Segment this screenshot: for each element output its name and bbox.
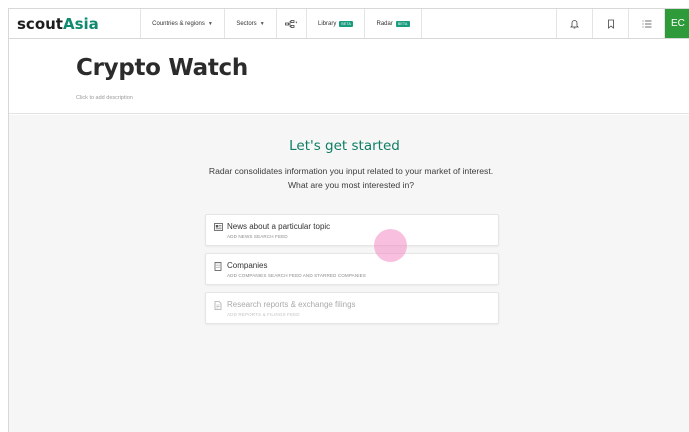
nav-hierarchy[interactable]: ▾	[277, 9, 307, 38]
option-title: Research reports & exchange filings	[227, 300, 356, 309]
nav-sectors-label: Sectors	[236, 20, 257, 27]
notifications-button[interactable]	[557, 9, 593, 38]
nav-sectors[interactable]: Sectors ▼	[225, 9, 277, 38]
bell-icon	[570, 19, 579, 28]
option-companies[interactable]: Companies ADD COMPANIES SEARCH FEED AND …	[205, 253, 499, 285]
option-subtitle: ADD NEWS SEARCH FEED	[227, 234, 288, 239]
nav-countries-regions[interactable]: Countries & regions ▼	[141, 9, 225, 38]
getting-started-heading: Let's get started	[289, 138, 400, 154]
description-line-1: Radar consolidates information you input…	[208, 166, 494, 176]
list-menu-icon	[642, 20, 651, 27]
chevron-down-icon: ▼	[259, 20, 265, 27]
option-research-reports[interactable]: Research reports & exchange filings ADD …	[205, 292, 499, 324]
chevron-down-icon: ▼	[207, 20, 213, 27]
nav-spacer	[422, 9, 557, 38]
document-icon	[214, 301, 222, 310]
nav-countries-label: Countries & regions	[152, 20, 205, 27]
description-line-2: What are you most interested in?	[287, 180, 415, 190]
nav-library-label: Library	[317, 20, 337, 27]
user-avatar[interactable]: EC	[665, 9, 689, 38]
beta-badge: BETA	[339, 20, 354, 27]
nav-radar[interactable]: Radar BETA	[365, 9, 422, 38]
newspaper-icon	[214, 223, 223, 231]
hierarchy-icon: ▾	[284, 19, 297, 28]
svg-text:▾: ▾	[295, 20, 297, 24]
beta-badge: BETA	[395, 20, 410, 27]
bookmarks-button[interactable]	[593, 9, 629, 38]
building-icon	[214, 262, 222, 271]
page-header: Crypto Watch Click to add description	[9, 39, 689, 114]
option-news-topic[interactable]: News about a particular topic ADD NEWS S…	[205, 214, 499, 246]
top-navigation-bar: scout Asia Countries & regions ▼ Sectors …	[8, 8, 689, 39]
getting-started-description: Radar consolidates information you input…	[180, 164, 522, 192]
option-subtitle: ADD REPORTS & FILINGS FEED	[227, 312, 300, 317]
option-title: News about a particular topic	[227, 222, 331, 231]
nav-library[interactable]: Library BETA	[307, 9, 365, 38]
scoutasia-logo[interactable]: scout Asia	[9, 9, 141, 38]
pointer-highlight	[374, 229, 407, 262]
page-description-placeholder[interactable]: Click to add description	[76, 95, 133, 101]
option-subtitle: ADD COMPANIES SEARCH FEED AND STARRED CO…	[227, 273, 366, 278]
option-title: Companies	[227, 261, 268, 270]
nav-radar-label: Radar	[376, 20, 393, 27]
page-title[interactable]: Crypto Watch	[76, 55, 248, 81]
bookmark-icon	[607, 19, 614, 29]
menu-button[interactable]	[629, 9, 665, 38]
